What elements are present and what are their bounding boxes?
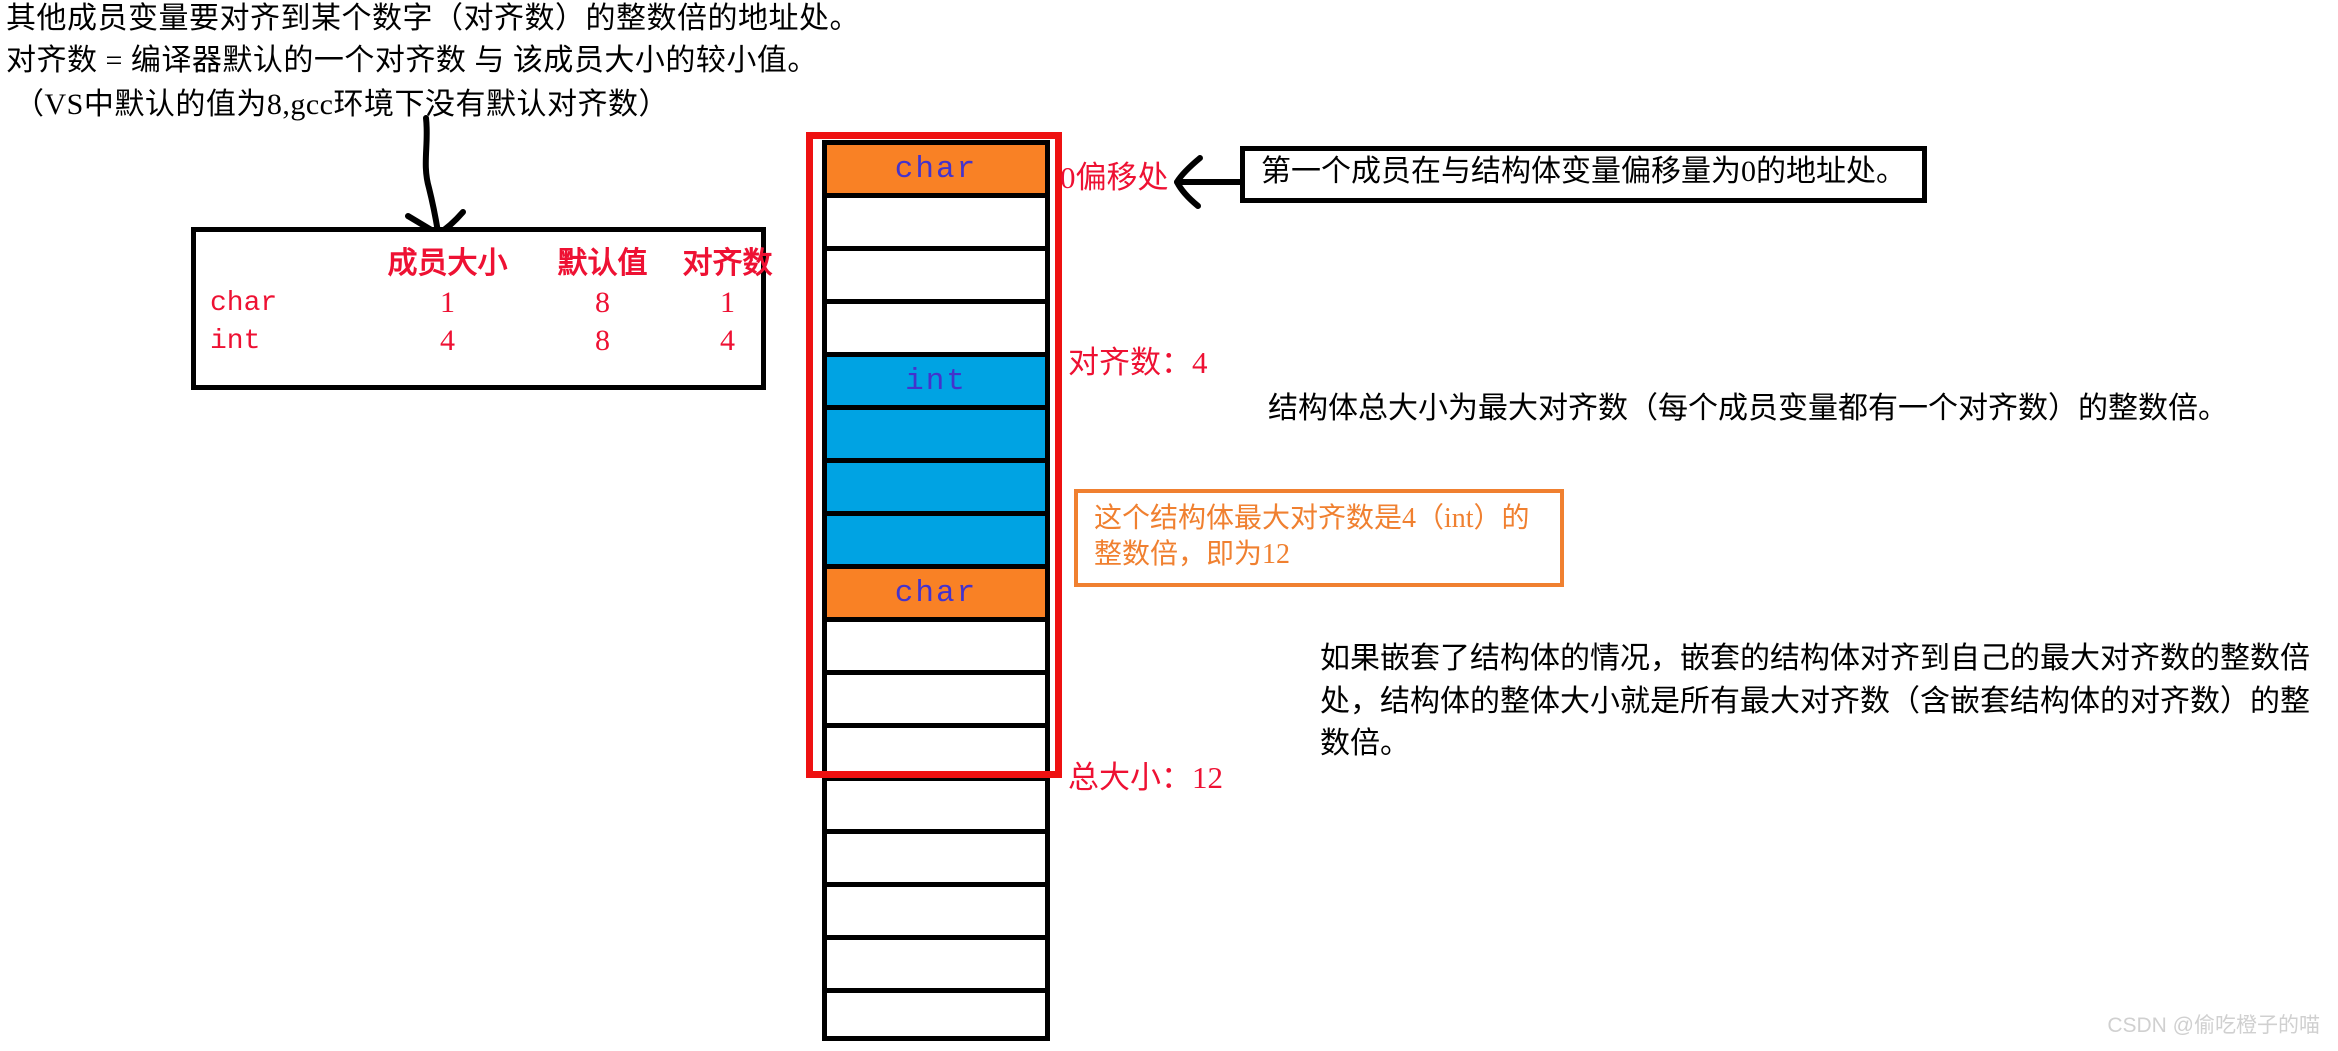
note-line-1: 其他成员变量要对齐到某个数字（对齐数）的整数倍的地址处。 <box>6 2 860 35</box>
paragraph-total-size-rule: 结构体总大小为最大对齐数（每个成员变量都有一个对齐数）的整数倍。 <box>1268 392 2228 425</box>
table-row: char 1 8 1 <box>196 284 785 322</box>
note-line-3: （VS中默认的值为8,gcc环境下没有默认对齐数） <box>14 88 669 121</box>
table-header-type <box>196 232 360 284</box>
callout-max-alignment-line1: 这个结构体最大对齐数是4（int）的 <box>1094 503 1530 534</box>
cell-type-char: char <box>210 287 278 319</box>
cell-type-int: int <box>210 325 261 357</box>
memory-cell-15 <box>822 935 1050 988</box>
watermark: CSDN @偷吃橙子的喵 <box>2107 1014 2320 1037</box>
memory-cell-2 <box>822 246 1050 299</box>
memory-cell-7 <box>822 511 1050 564</box>
table-header-row: 成员大小 默认值 对齐数 <box>196 232 785 284</box>
memory-cell-label: char <box>894 575 978 611</box>
callout-first-member: 第一个成员在与结构体变量偏移量为0的地址处。 <box>1240 146 1927 203</box>
memory-cell-label: char <box>894 151 978 187</box>
memory-cell-9 <box>822 617 1050 670</box>
memory-cell-11 <box>822 723 1050 776</box>
handdrawn-down-arrow-icon <box>405 115 466 236</box>
cell-alignment-int: 4 <box>720 324 735 357</box>
memory-cell-10 <box>822 670 1050 723</box>
label-alignment-value: 对齐数：4 <box>1068 345 1208 380</box>
table-row: int 4 8 4 <box>196 322 785 360</box>
label-offset-zero: 0偏移处 <box>1060 160 1169 195</box>
label-total-size: 总大小：12 <box>1068 760 1223 795</box>
paragraph-nested-struct-rule: 如果嵌套了结构体的情况，嵌套的结构体对齐到自己的最大对齐数的整数倍处，结构体的整… <box>1320 642 2310 761</box>
memory-cell-3 <box>822 299 1050 352</box>
diagram-canvas: 其他成员变量要对齐到某个数字（对齐数）的整数倍的地址处。 对齐数 = 编译器默认… <box>0 0 2338 1051</box>
cell-alignment-char: 1 <box>720 286 735 319</box>
note-line-2: 对齐数 = 编译器默认的一个对齐数 与 该成员大小的较小值。 <box>6 44 818 77</box>
memory-cell-5 <box>822 405 1050 458</box>
cell-default-char: 8 <box>595 286 610 319</box>
table-header-default-value: 默认值 <box>557 247 648 280</box>
callout-max-alignment-line2: 整数倍，即为12 <box>1094 538 1291 570</box>
memory-cell-12 <box>822 776 1050 829</box>
alignment-table-grid: 成员大小 默认值 对齐数 char 1 8 1 int 4 8 4 <box>196 232 785 360</box>
memory-cell-8: char <box>822 564 1050 617</box>
memory-cell-label: int <box>905 363 967 399</box>
memory-cell-14 <box>822 882 1050 935</box>
memory-cell-6 <box>822 458 1050 511</box>
cell-size-char: 1 <box>440 286 455 319</box>
table-header-member-size: 成员大小 <box>387 247 508 280</box>
callout-max-alignment: 这个结构体最大对齐数是4（int）的 整数倍，即为12 <box>1074 489 1564 587</box>
memory-layout-column: char int char <box>822 140 1050 1041</box>
memory-cell-0: char <box>822 140 1050 193</box>
memory-cell-1 <box>822 193 1050 246</box>
alignment-table: 成员大小 默认值 对齐数 char 1 8 1 int 4 8 4 <box>191 227 773 390</box>
table-header-alignment: 对齐数 <box>682 247 773 280</box>
cell-default-int: 8 <box>595 324 610 357</box>
memory-cell-13 <box>822 829 1050 882</box>
cell-size-int: 4 <box>440 324 455 357</box>
memory-cell-4: int <box>822 352 1050 405</box>
memory-cell-16 <box>822 988 1050 1041</box>
